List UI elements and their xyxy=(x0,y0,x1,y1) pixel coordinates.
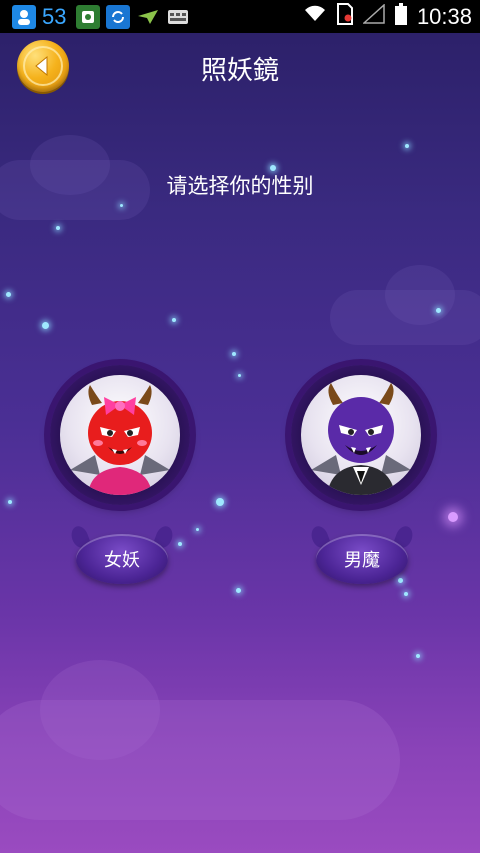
male-avatar[interactable] xyxy=(291,365,431,505)
cloud-decoration xyxy=(385,265,455,325)
notification-count: 53 xyxy=(42,3,67,29)
star-decoration xyxy=(416,654,420,658)
star-decoration xyxy=(8,500,12,504)
status-bar: 53 10:38 xyxy=(0,0,480,33)
female-button[interactable]: 女妖 xyxy=(76,534,168,584)
clock: 10:38 xyxy=(416,3,472,29)
female-button-label: 女妖 xyxy=(104,550,140,571)
star-decoration xyxy=(405,144,409,148)
male-button-wrap: 男魔 xyxy=(308,523,416,590)
star-decoration xyxy=(42,322,49,329)
star-decoration xyxy=(238,374,241,377)
page-title: 照妖鏡 xyxy=(200,56,279,86)
star-decoration xyxy=(448,512,458,522)
female-devil-image xyxy=(60,375,180,495)
star-decoration xyxy=(196,528,199,531)
paper-plane-icon xyxy=(136,5,160,29)
gender-prompt: 请选择你的性别 xyxy=(166,174,314,198)
star-decoration xyxy=(56,226,60,230)
star-decoration xyxy=(236,588,241,593)
star-decoration xyxy=(120,204,123,207)
male-button[interactable]: 男魔 xyxy=(316,534,408,584)
female-avatar[interactable] xyxy=(50,365,190,505)
male-button-label: 男魔 xyxy=(344,550,380,571)
star-decoration xyxy=(216,498,224,506)
star-decoration xyxy=(232,352,236,356)
sync-icon xyxy=(106,4,131,29)
male-devil-image xyxy=(301,375,421,495)
signal-icon xyxy=(361,3,385,29)
contacts-icon xyxy=(12,4,36,29)
sim-icon xyxy=(336,3,353,30)
keyboard-icon xyxy=(166,5,190,29)
star-decoration xyxy=(436,308,441,313)
app-screen: 53 10:38 照妖鏡 请选择你的性别 女妖 男魔 xyxy=(0,0,480,853)
battery-icon xyxy=(394,3,407,30)
star-decoration xyxy=(178,542,182,546)
star-decoration xyxy=(404,592,408,596)
wifi-icon xyxy=(303,5,327,28)
star-decoration xyxy=(6,292,11,297)
female-button-wrap: 女妖 xyxy=(68,523,176,590)
back-arrow-icon xyxy=(35,55,48,77)
app-notification-icon xyxy=(76,4,101,29)
star-decoration xyxy=(172,318,176,322)
cloud-decoration xyxy=(40,660,160,760)
